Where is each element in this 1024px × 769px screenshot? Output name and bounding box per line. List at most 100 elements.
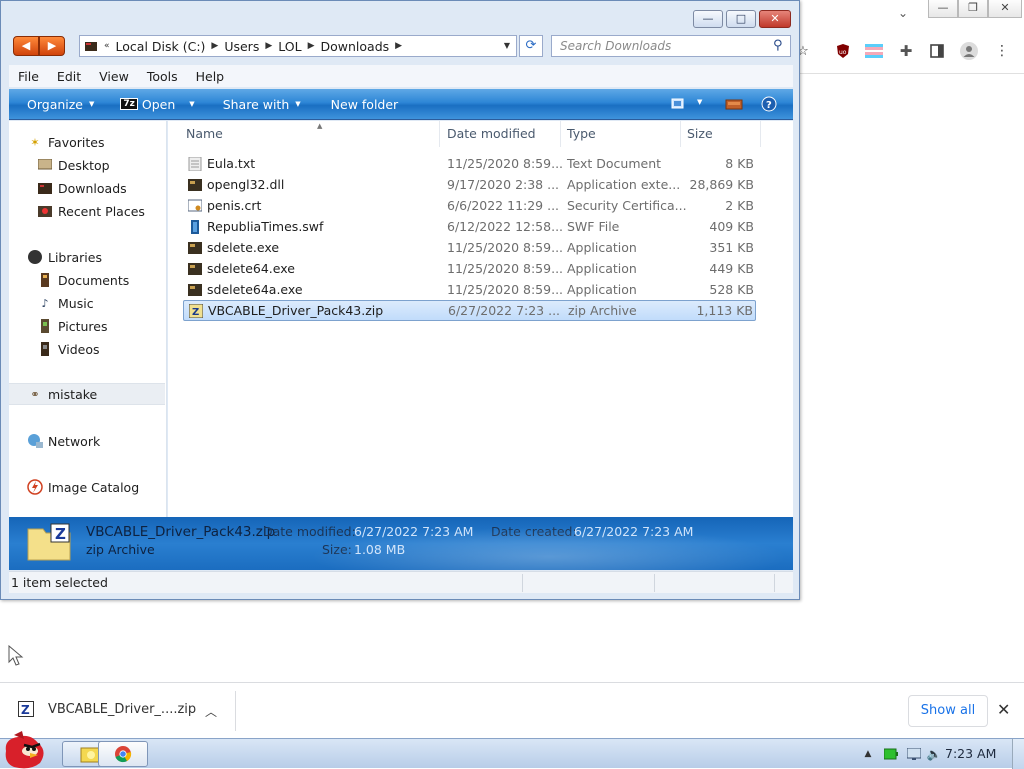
minimize-button[interactable]: — [928,0,958,18]
file-size: 8 KB [725,156,754,171]
breadcrumb-lol[interactable]: LOL [278,39,301,54]
kebab-menu-icon[interactable]: ⋮ [993,42,1011,60]
show-desktop-button[interactable] [1012,739,1024,769]
menu-file[interactable]: File [9,69,48,84]
file-row[interactable]: penis.crt 6/6/2022 11:29 ... Security Ce… [183,195,756,216]
explorer-minimize-button[interactable]: — [693,10,723,28]
nav-music[interactable]: ♪ Music [37,292,165,314]
nav-favorites[interactable]: ✶ Favorites [27,131,165,153]
tray-expand-icon[interactable]: ▲ [860,746,876,762]
open-button[interactable]: 7z Open ▼ [120,97,195,112]
taskbar-clock[interactable]: 7:23 AM [945,746,996,761]
file-row[interactable]: opengl32.dll 9/17/2020 2:38 ... Applicat… [183,174,756,195]
menu-help[interactable]: Help [187,69,234,84]
file-row[interactable]: sdelete64.exe 11/25/2020 8:59... Applica… [183,258,756,279]
explorer-close-button[interactable]: ✕ [759,10,791,28]
search-icon[interactable]: ⚲ [773,38,795,53]
new-folder-button[interactable]: New folder [331,97,399,112]
zip-archive-icon: Z [18,701,34,717]
refresh-button[interactable]: ⟳ [519,35,543,57]
ublock-extension-icon[interactable]: uo [834,42,852,60]
nav-documents[interactable]: Documents [37,269,165,291]
nav-homegroup-mistake[interactable]: ⚭ mistake [9,383,165,405]
menu-edit[interactable]: Edit [48,69,90,84]
file-name: opengl32.dll [207,177,285,192]
address-bar[interactable]: « Local Disk (C:) ▶ Users ▶ LOL ▶ Downlo… [79,35,517,57]
preview-pane-icon[interactable] [725,97,743,114]
file-type: Application [567,240,637,255]
nav-recent-places-label: Recent Places [58,203,145,219]
zip-archive-icon: Z [27,523,71,561]
explorer-titlebar [1,1,799,31]
column-header-type[interactable]: Type [561,121,681,147]
file-row-selected[interactable]: Z VBCABLE_Driver_Pack43.zip 6/27/2022 7:… [183,300,756,321]
download-item[interactable]: Z VBCABLE_Driver_....zip [18,701,196,717]
column-header-name[interactable]: Name ▲ [180,121,440,147]
address-history-chevron[interactable]: « [104,41,110,51]
column-header-date[interactable]: Date modified [441,121,561,147]
volume-icon[interactable]: 🔈 [926,746,942,762]
nav-libraries-label: Libraries [48,249,102,265]
tab-search-chevron-icon[interactable]: ⌄ [898,6,914,24]
back-button[interactable]: ◀ [13,36,39,56]
search-input[interactable]: Search Downloads [551,35,791,57]
explorer-maximize-button[interactable]: □ [726,10,756,28]
nav-pictures[interactable]: Pictures [37,315,165,337]
file-row[interactable]: sdelete.exe 11/25/2020 8:59... Applicati… [183,237,756,258]
share-with-button[interactable]: Share with ▼ [223,97,301,112]
chevron-up-icon[interactable]: ︿ [205,703,217,720]
chrome-icon [115,746,132,763]
side-panel-icon[interactable] [928,42,946,60]
nav-downloads[interactable]: Downloads [37,177,165,199]
breadcrumb-separator-icon[interactable]: ▶ [265,41,272,51]
forward-button[interactable]: ▶ [39,36,65,56]
extensions-puzzle-icon[interactable]: ✚ [897,42,915,60]
flag-extension-icon[interactable] [865,42,883,60]
nav-libraries[interactable]: Libraries [27,246,165,268]
navigation-pane: ✶ Favorites Desktop Downloads Recent Plac… [9,121,167,517]
restore-button[interactable]: ❐ [958,0,988,18]
breadcrumb-separator-icon[interactable]: ▶ [308,41,315,51]
file-row[interactable]: Eula.txt 11/25/2020 8:59... Text Documen… [183,153,756,174]
breadcrumb-separator-icon[interactable]: ▶ [395,41,402,51]
organize-button[interactable]: Organize ▼ [27,97,94,112]
file-size: 409 KB [709,219,754,234]
address-dropdown-icon[interactable]: ▼ [498,36,516,56]
share-with-label: Share with [222,96,290,112]
nav-desktop[interactable]: Desktop [37,154,165,176]
details-created-label: Date created: [491,524,577,539]
status-separator [774,574,775,592]
breadcrumb-separator-icon[interactable]: ▶ [211,41,218,51]
details-pane: Z VBCABLE_Driver_Pack43.zip zip Archive … [9,517,793,570]
profile-avatar-icon[interactable] [960,42,978,60]
details-modified-label: Date modified: [263,524,356,539]
nav-recent-places[interactable]: Recent Places [37,200,165,222]
breadcrumb-downloads[interactable]: Downloads [321,39,390,54]
file-type: Text Document [567,156,662,171]
column-header-size[interactable]: Size [681,121,761,147]
breadcrumb-users[interactable]: Users [224,39,259,54]
download-bar: Z VBCABLE_Driver_....zip ︿ Show all ✕ [0,682,1024,738]
file-date: 11/25/2020 8:59... [447,240,564,255]
nav-image-catalog[interactable]: Image Catalog [27,476,165,498]
battery-icon[interactable] [883,746,899,762]
network-icon[interactable] [906,746,922,762]
file-date: 11/25/2020 8:59... [447,261,564,276]
close-button[interactable]: ✕ [988,0,1022,18]
breadcrumb-local-disk[interactable]: Local Disk (C:) [116,39,206,54]
change-view-icon[interactable] [671,97,689,114]
help-icon[interactable]: ? [761,96,777,115]
view-options-chevron-icon[interactable]: ▼ [697,98,702,106]
nav-videos[interactable]: Videos [37,338,165,360]
videos-icon [37,341,53,357]
start-button-angry-bird-icon[interactable] [0,731,52,769]
close-icon[interactable]: ✕ [997,700,1010,719]
menu-tools[interactable]: Tools [138,69,187,84]
show-all-button[interactable]: Show all [908,695,988,727]
nav-network[interactable]: Network [27,430,165,452]
file-row[interactable]: RepubliaTimes.swf 6/12/2022 12:58... SWF… [183,216,756,237]
column-type-label: Type [567,126,596,141]
menu-view[interactable]: View [90,69,138,84]
file-row[interactable]: sdelete64a.exe 11/25/2020 8:59... Applic… [183,279,756,300]
taskbar-chrome-button[interactable] [98,741,148,767]
